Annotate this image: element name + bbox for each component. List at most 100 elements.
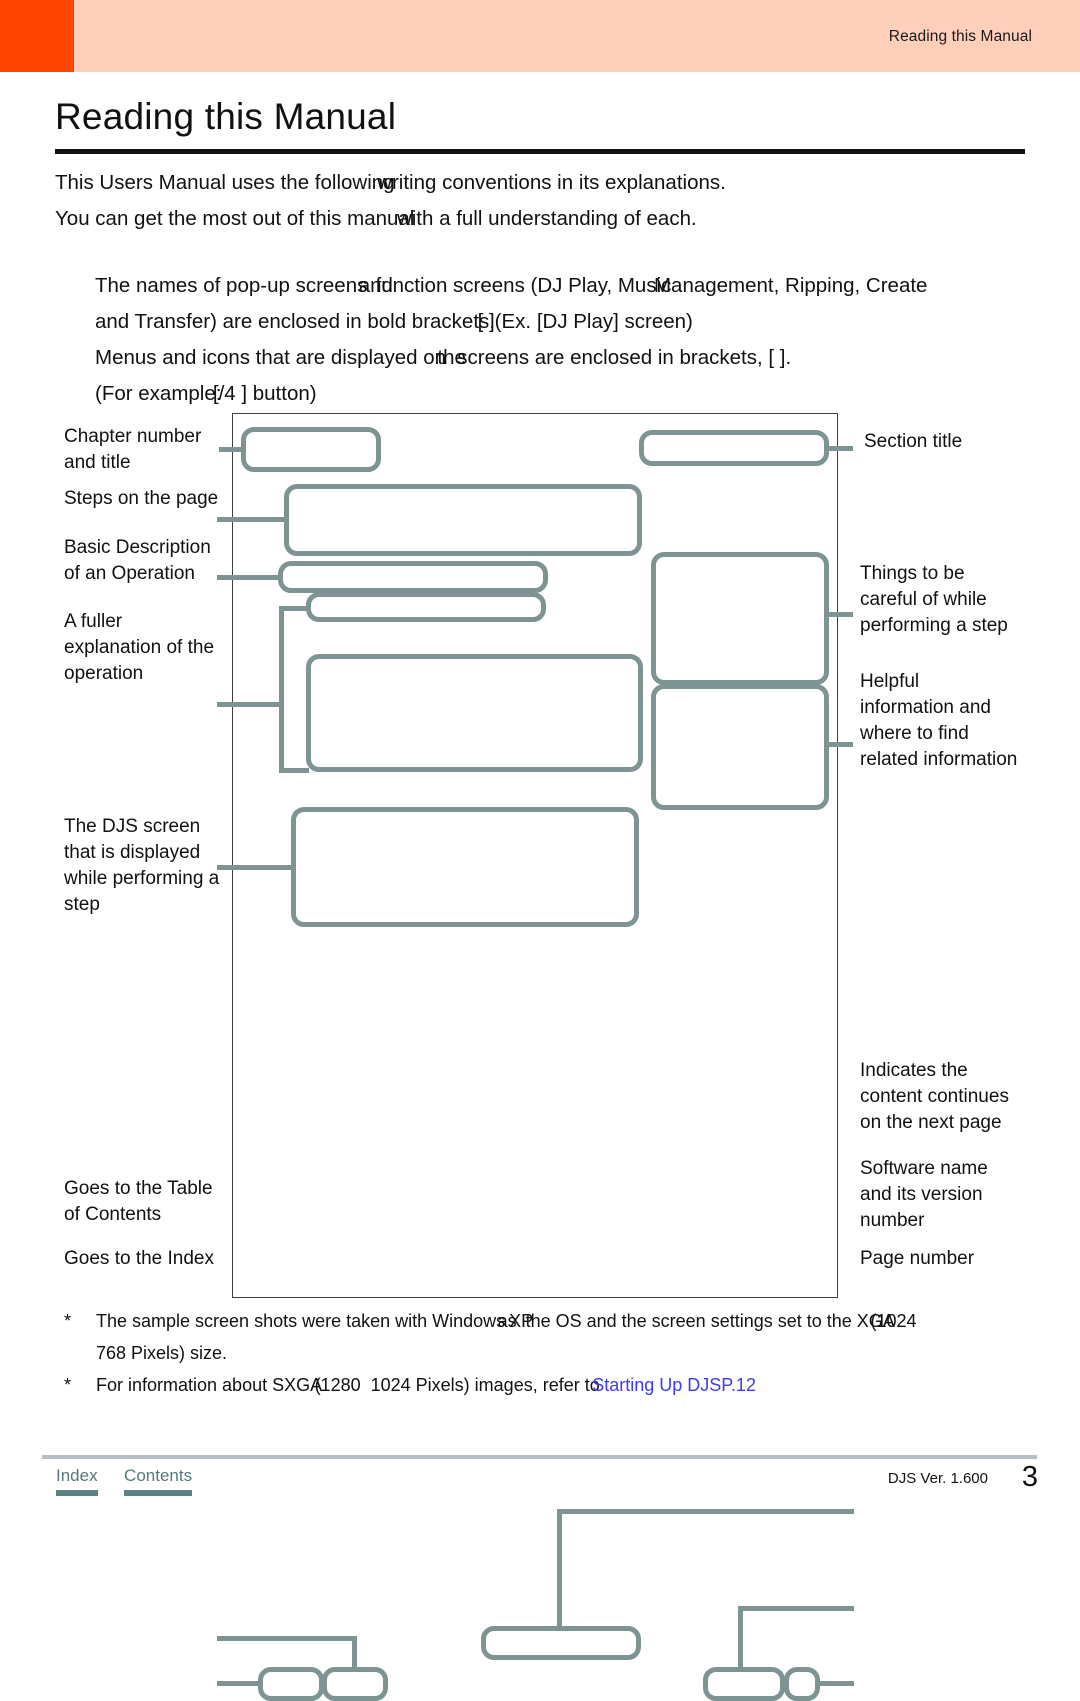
- label-steps-on-the-page: Steps on the page: [64, 486, 249, 512]
- connector-contents-h: [217, 1636, 357, 1641]
- label-content-continues: Indicates the content continues on the n…: [860, 1058, 1060, 1136]
- intro-line-2: You can get the most out of this manualw…: [55, 201, 1045, 237]
- footer-divider: [42, 1455, 1037, 1459]
- conv-3a: Menus and icons that are displayed on: [95, 346, 447, 369]
- conv-4a: (For example:: [95, 382, 222, 405]
- intro-line-1: This Users Manual uses the followingwrit…: [55, 165, 1045, 201]
- connector-pagenumber: [818, 1681, 854, 1686]
- footnote-2: * For information about SXGA(1280 1024 P…: [64, 1369, 1074, 1401]
- convention-line-3: Menus and icons that are displayed onthe…: [95, 340, 1055, 376]
- page-title: Reading this Manual: [55, 96, 397, 137]
- connector-explanation-top: [279, 606, 309, 611]
- running-header-title: Reading this Manual: [888, 28, 1032, 45]
- label-line: Goes to the Index: [64, 1248, 214, 1269]
- footnote-1: * The sample screen shots were taken wit…: [64, 1305, 1074, 1337]
- label-line: Basic Description of an Operation: [64, 537, 211, 584]
- label-fuller-explanation: A fuller explanation of the operation: [64, 609, 244, 687]
- mock-version-bar: [703, 1667, 785, 1701]
- mock-pagenumber-box: [784, 1667, 820, 1701]
- footer-tabs: Index Contents: [56, 1466, 214, 1496]
- label-helpful-information: Helpful information and where to find re…: [860, 669, 1065, 773]
- label-line: Indicates the content continues on the n…: [860, 1060, 1009, 1133]
- conventions-list: The names of pop-up screensandfunction s…: [95, 268, 1055, 412]
- label-line: Page number: [860, 1248, 975, 1269]
- convention-line-1: The names of pop-up screensandfunction s…: [95, 268, 1055, 304]
- label-line: Software name and its version number: [860, 1158, 988, 1231]
- label-software-name-version: Software name and its version number: [860, 1156, 1060, 1234]
- conv-4c: /4 ] button): [218, 382, 317, 405]
- connector-contents-v: [352, 1636, 357, 1672]
- label-djs-screen: The DJS screen that is displayed while p…: [64, 814, 244, 918]
- label-line: Goes to the Table of Contents: [64, 1178, 213, 1225]
- label-page-number: Page number: [860, 1246, 1060, 1272]
- footnote-1-text: The sample screen shots were taken with …: [96, 1305, 917, 1337]
- connector-continues-h: [557, 1509, 854, 1514]
- connector-version-h: [738, 1606, 854, 1611]
- connector-steps: [217, 517, 286, 522]
- fn2a: For information about SXGA: [96, 1375, 323, 1395]
- intro-line-2b: with a full understanding of each.: [396, 207, 697, 230]
- conv-1d: Management, Ripping, Create: [653, 274, 928, 297]
- mock-chapter-title-box: [241, 427, 381, 472]
- label-chapter-number-and-title: Chapter number and title: [64, 424, 234, 476]
- connector-index: [217, 1681, 261, 1686]
- page-layout-diagram: [217, 413, 854, 1701]
- label-line: Steps on the page: [64, 488, 219, 509]
- label-line: Section title: [864, 431, 963, 452]
- fn1d: the OS and the screen settings set to th…: [525, 1311, 852, 1331]
- footnote-link[interactable]: Starting Up DJS: [592, 1369, 721, 1401]
- mock-explanation-box: [306, 654, 643, 772]
- mock-djs-screen-box: [291, 807, 639, 927]
- label-section-title: Section title: [864, 429, 1064, 455]
- page-header: Reading this Manual: [0, 0, 1080, 72]
- footnotes: * The sample screen shots were taken wit…: [64, 1305, 1074, 1401]
- intro-line-1a: This User: [55, 171, 143, 194]
- intro-line-1b: s Manual uses the following: [142, 171, 395, 194]
- conv-2a: and Transfer) are enclosed in bold brack…: [95, 310, 495, 333]
- header-accent-block: [0, 0, 74, 72]
- tab-index[interactable]: Index: [56, 1466, 98, 1496]
- intro-paragraphs: This Users Manual uses the followingwrit…: [55, 165, 1045, 237]
- fn2b: (1280: [314, 1375, 361, 1395]
- connector-hint: [827, 742, 853, 747]
- intro-line-2a: You can get the most out of this manual: [55, 207, 415, 230]
- page-number: 3: [1021, 1461, 1038, 1493]
- label-line: A fuller explanation of the operation: [64, 611, 215, 684]
- intro-line-1c: writing conventions in its explanations.: [377, 171, 726, 194]
- label-line: Chapter number and title: [64, 426, 202, 473]
- connector-caution: [827, 612, 853, 617]
- label-things-to-be-careful: Things to be careful of while performing…: [860, 561, 1060, 639]
- label-line: Things to be careful of while performing…: [860, 563, 1008, 636]
- fn1f: (1024: [870, 1311, 917, 1331]
- mock-index-button: [258, 1667, 324, 1701]
- label-goes-to-table-of-contents: Goes to the Table of Contents: [64, 1176, 244, 1228]
- title-divider: [55, 149, 1025, 154]
- footnote-link-page[interactable]: P.12: [721, 1375, 756, 1395]
- mock-caution-box: [651, 552, 829, 685]
- convention-line-4: (For example:[/4 ] button): [95, 376, 1055, 412]
- label-line: Helpful information and where to find re…: [860, 671, 1018, 770]
- convention-line-2: and Transfer) are enclosed in bold brack…: [95, 304, 1055, 340]
- connector-section-title: [827, 446, 853, 451]
- label-goes-to-the-index: Goes to the Index: [64, 1246, 244, 1272]
- footnote-bullet: *: [64, 1311, 72, 1331]
- mock-continues-bar: [481, 1626, 641, 1660]
- connector-version-v: [738, 1606, 743, 1670]
- label-basic-description: Basic Description of an Operation: [64, 535, 244, 587]
- footnote-bullet: *: [64, 1375, 72, 1395]
- connector-explanation-foot: [279, 768, 309, 773]
- footnote-1-continuation: 768 Pixels) size.: [64, 1337, 1074, 1369]
- mock-steps-box: [284, 484, 642, 556]
- mock-basic-description-bar-2: [306, 592, 546, 622]
- mock-contents-button: [322, 1667, 388, 1701]
- mock-basic-description-bar-1: [278, 561, 548, 593]
- tab-contents[interactable]: Contents: [124, 1466, 193, 1496]
- conv-1a: The names of pop-up screens: [95, 274, 368, 297]
- conv-2c: (Ex.: [494, 310, 532, 333]
- connector-continues-v: [557, 1509, 562, 1631]
- connector-explanation-h: [217, 702, 283, 707]
- mock-hint-box: [651, 684, 829, 810]
- software-version: DJS Ver. 1.600: [887, 1470, 988, 1487]
- label-line: The DJS screen that is displayed while p…: [64, 816, 220, 915]
- footnote-1-cont-text: 768 Pixels) size.: [96, 1343, 228, 1363]
